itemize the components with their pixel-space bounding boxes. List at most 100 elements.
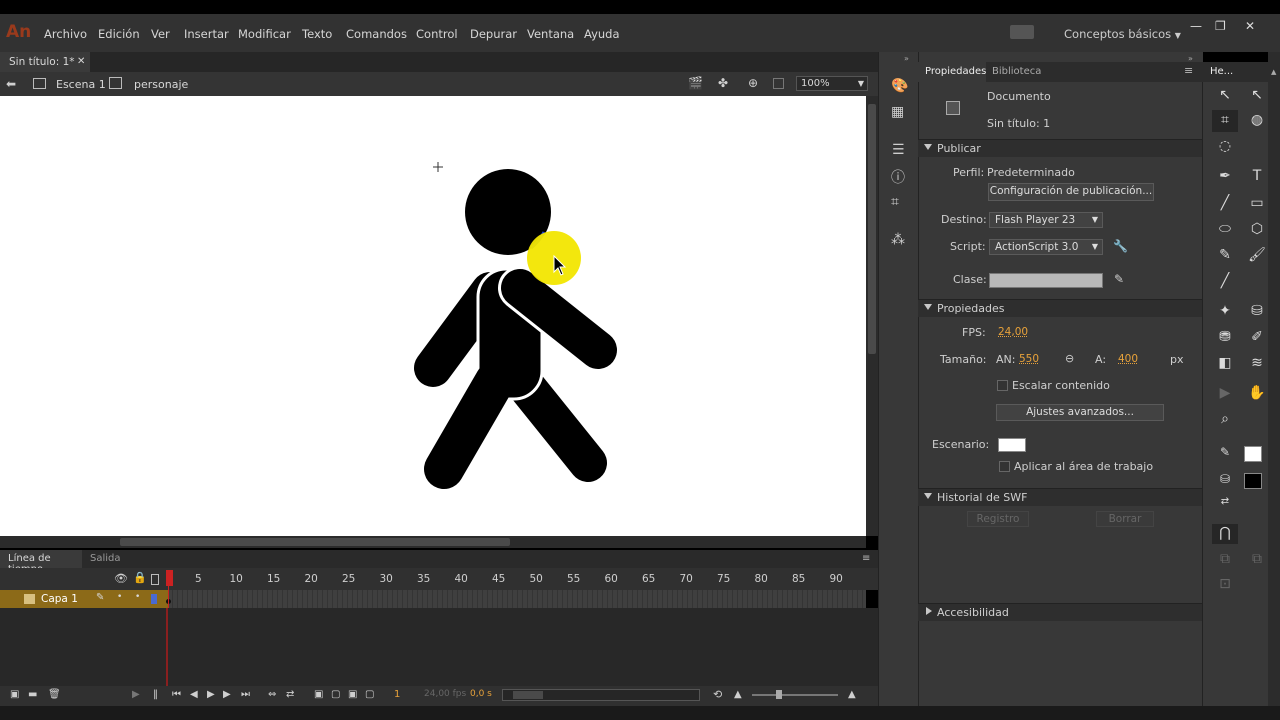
back-arrow-icon[interactable]: ⬅ bbox=[6, 77, 16, 91]
workspace-switcher[interactable]: Conceptos básicos ▼ bbox=[1064, 27, 1181, 41]
close-tab-icon[interactable]: ✕ bbox=[77, 56, 85, 67]
keyframe[interactable] bbox=[166, 594, 172, 604]
script-select[interactable]: ActionScript 3.0 ▼ bbox=[989, 239, 1103, 255]
section-swf-history[interactable]: Historial de SWF bbox=[918, 488, 1202, 506]
current-frame-readout[interactable]: 1 bbox=[394, 689, 400, 700]
frame-tick-label[interactable]: 30 bbox=[380, 573, 393, 585]
sync-settings-icon[interactable] bbox=[1010, 25, 1034, 39]
frame-tick-label[interactable]: 15 bbox=[267, 573, 280, 585]
frame-tick-label[interactable]: 75 bbox=[717, 573, 730, 585]
section-publish[interactable]: Publicar bbox=[918, 139, 1202, 157]
frame-tick-label[interactable]: 60 bbox=[605, 573, 618, 585]
menu-insertar[interactable]: Insertar bbox=[184, 27, 229, 41]
grid-icon[interactable]: ▦ bbox=[891, 104, 904, 120]
center-stage-icon[interactable]: ⊕ bbox=[748, 76, 758, 90]
refresh-icon[interactable]: ⟲ bbox=[713, 688, 722, 701]
step-back-icon[interactable]: ◀ bbox=[190, 689, 198, 700]
straighten-icon[interactable]: ⧉ bbox=[1246, 551, 1268, 567]
tab-output[interactable]: Salida bbox=[90, 553, 121, 564]
menu-edicion[interactable]: Edición bbox=[98, 27, 140, 41]
layer-name[interactable]: Capa 1 bbox=[41, 593, 78, 605]
frame-tick-label[interactable]: 50 bbox=[530, 573, 543, 585]
horizontal-scroll-thumb[interactable] bbox=[120, 538, 510, 546]
fill-color-swatch[interactable] bbox=[1244, 473, 1262, 489]
stroke-color-swatch[interactable] bbox=[1244, 446, 1262, 462]
vertical-scroll-thumb[interactable] bbox=[868, 104, 876, 354]
frame-tick-label[interactable]: 90 bbox=[830, 573, 843, 585]
width-value[interactable]: 550 bbox=[1019, 353, 1039, 365]
playhead-marker[interactable] bbox=[166, 570, 173, 586]
text-tool-icon[interactable]: T bbox=[1246, 168, 1268, 184]
menu-archivo[interactable]: Archivo bbox=[44, 27, 87, 41]
slider-handle[interactable] bbox=[776, 690, 782, 699]
menu-ventana[interactable]: Ventana bbox=[527, 27, 574, 41]
frame-tick-label[interactable]: 10 bbox=[230, 573, 243, 585]
line-tool-icon[interactable]: ╱ bbox=[1214, 195, 1236, 211]
edit-symbol-icon[interactable]: ✤ bbox=[718, 76, 728, 90]
edit-scene-icon[interactable]: 🎬 bbox=[688, 76, 703, 90]
onion-skin-icon[interactable]: ▣ bbox=[314, 689, 323, 700]
rectangle-tool-icon[interactable]: ▭ bbox=[1246, 195, 1268, 211]
frame-tick-label[interactable]: 40 bbox=[455, 573, 468, 585]
options-icon[interactable]: ⊡ bbox=[1214, 576, 1236, 592]
transform-icon[interactable]: ⌗ bbox=[891, 194, 899, 210]
eye-icon[interactable]: 👁 bbox=[114, 572, 128, 585]
frame-tick-label[interactable]: 80 bbox=[755, 573, 768, 585]
modify-markers-icon[interactable]: ▢ bbox=[365, 689, 374, 700]
stage-vertical-scrollbar[interactable] bbox=[866, 96, 878, 536]
target-select[interactable]: Flash Player 23 ▼ bbox=[989, 212, 1103, 228]
snap-magnet-icon[interactable]: ⋂ bbox=[1214, 525, 1236, 541]
scale-content-checkbox[interactable] bbox=[997, 380, 1008, 391]
wrench-icon[interactable]: 🔧 bbox=[1113, 239, 1128, 253]
width-tool-icon[interactable]: ≋ bbox=[1246, 355, 1268, 371]
eraser-tool-icon[interactable]: ◧ bbox=[1214, 355, 1236, 371]
ink-bottle-tool-icon[interactable]: ⛃ bbox=[1214, 329, 1236, 345]
fps-value[interactable]: 24,00 bbox=[998, 326, 1028, 338]
subselection-tool-icon[interactable]: ↖ bbox=[1246, 87, 1268, 103]
class-input[interactable] bbox=[989, 273, 1103, 288]
publish-settings-button[interactable]: Configuración de publicación... bbox=[988, 183, 1154, 201]
apply-workarea-checkbox[interactable] bbox=[999, 461, 1010, 472]
lasso-tool-icon[interactable]: ◌ bbox=[1214, 138, 1236, 154]
time-readout[interactable]: 0,0 s bbox=[470, 689, 492, 699]
height-value[interactable]: 400 bbox=[1118, 353, 1138, 365]
document-tab[interactable]: Sin título: 1* ✕ bbox=[0, 52, 90, 72]
smooth-icon[interactable]: ⧉ bbox=[1214, 551, 1236, 567]
timeline-hscroll[interactable] bbox=[502, 689, 700, 701]
components-icon[interactable]: ⁂ bbox=[891, 232, 905, 248]
log-button[interactable]: Registro bbox=[967, 511, 1029, 527]
section-properties[interactable]: Propiedades bbox=[918, 299, 1202, 317]
new-layer-icon[interactable]: ▣ bbox=[10, 689, 19, 700]
bone-tool-icon[interactable]: ✦ bbox=[1214, 303, 1236, 319]
frame-tick-label[interactable]: 25 bbox=[342, 573, 355, 585]
eyedropper-tool-icon[interactable]: ✐ bbox=[1246, 329, 1268, 345]
center-frame-icon[interactable]: ⇄ bbox=[286, 689, 294, 700]
motion-editor-icon[interactable]: 🎨 bbox=[891, 78, 908, 94]
edit-multiple-icon[interactable]: ▣ bbox=[348, 689, 357, 700]
clip-icon[interactable] bbox=[773, 78, 784, 89]
edit-class-pencil-icon[interactable]: ✎ bbox=[1114, 272, 1124, 286]
info-icon[interactable]: ⓘ bbox=[891, 167, 905, 187]
brush-tool-icon[interactable]: ╱ bbox=[1214, 273, 1236, 289]
onion-outline-icon[interactable]: ▢ bbox=[331, 689, 340, 700]
timeline-zoom-slider[interactable] bbox=[752, 690, 838, 699]
menu-ver[interactable]: Ver bbox=[151, 27, 170, 41]
fps-readout[interactable]: 24,00 fps bbox=[424, 689, 466, 699]
align-icon[interactable]: ☰ bbox=[892, 142, 905, 158]
selection-tool-icon[interactable]: ↖ bbox=[1214, 87, 1236, 103]
polystar-tool-icon[interactable]: ⬡ bbox=[1246, 221, 1268, 237]
camera-tool-icon[interactable]: ▶ bbox=[1214, 385, 1236, 401]
tab-properties[interactable]: Propiedades bbox=[918, 62, 986, 82]
breadcrumb-scene[interactable]: Escena 1 bbox=[56, 78, 106, 91]
paint-brush-tool-icon[interactable]: 🖌 bbox=[1246, 247, 1268, 263]
pencil-tool-icon[interactable]: ✎ bbox=[1214, 247, 1236, 263]
link-icon[interactable]: ⊖ bbox=[1065, 352, 1074, 365]
panel-menu-icon[interactable]: ≡ bbox=[1184, 64, 1193, 77]
zoom-tool-icon[interactable]: ⌕ bbox=[1214, 411, 1236, 427]
tab-library[interactable]: Biblioteca bbox=[992, 66, 1041, 77]
timeline-hscroll-thumb[interactable] bbox=[513, 691, 543, 699]
visibility-dot[interactable]: • bbox=[117, 592, 122, 602]
go-last-icon[interactable]: ⏭ bbox=[241, 689, 250, 700]
layer-depth-icon[interactable]: ‖ bbox=[153, 689, 158, 700]
play-icon[interactable]: ▶ bbox=[207, 689, 215, 700]
